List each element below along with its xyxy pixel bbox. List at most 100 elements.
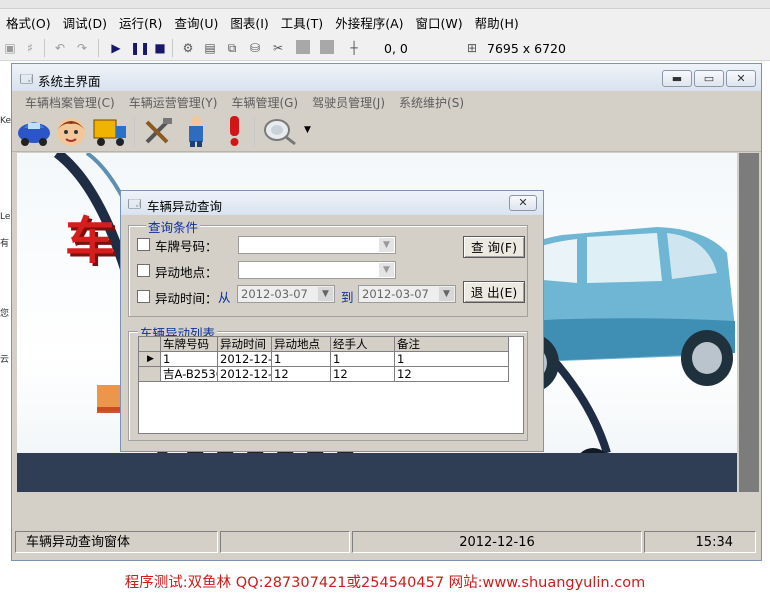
time-checkbox[interactable] — [137, 290, 150, 303]
toolbox-icon[interactable]: ✂ — [270, 40, 286, 56]
query-button[interactable]: 查 询(F) — [463, 236, 525, 258]
menu-vehicle-records[interactable]: 车辆档案管理(C) — [18, 94, 122, 111]
menu-driver-management[interactable]: 驾驶员管理(J) — [305, 94, 392, 111]
position-readout: 0, 0 — [384, 41, 408, 56]
alert-icon[interactable] — [224, 114, 246, 148]
grid-corner-cell — [139, 337, 161, 352]
car-icon[interactable] — [16, 114, 52, 148]
mechanic-icon[interactable] — [180, 114, 212, 148]
form-layout-icon[interactable]: ⧉ — [224, 40, 240, 56]
maximize-button[interactable]: ▭ — [694, 70, 724, 87]
ide-title-strip — [0, 0, 770, 9]
table-cell[interactable]: 吉A-B2536 — [161, 367, 218, 382]
column-header[interactable]: 备注 — [395, 337, 509, 352]
paste-icon[interactable]: ▣ — [2, 40, 18, 56]
left-edge-fragment: 您 — [0, 309, 10, 319]
redo-icon[interactable]: ↷ — [74, 40, 90, 56]
chevron-down-icon[interactable]: ▼ — [439, 287, 454, 301]
main-menu-bar: 车辆档案管理(C) 车辆运营管理(Y) 车辆管理(G) 驾驶员管理(J) 系统维… — [12, 91, 761, 111]
table-cell[interactable]: 2012-12-0 — [218, 352, 272, 367]
data-view-icon[interactable] — [296, 40, 310, 54]
scene-border — [739, 153, 759, 492]
chevron-down-icon[interactable]: ▼ — [304, 125, 311, 135]
column-header[interactable]: 经手人 — [331, 337, 395, 352]
table-cell[interactable]: 1 — [395, 352, 509, 367]
menu-system-maintenance[interactable]: 系统维护(S) — [392, 94, 471, 111]
dialog-title-bar[interactable]: 🗔 车辆异动查询 ✕ — [121, 191, 543, 215]
table-cell[interactable]: 12 — [272, 367, 331, 382]
table-cell[interactable]: 2012-12-0 — [218, 367, 272, 382]
search-magnifier-icon[interactable] — [262, 115, 298, 147]
banner-character: 车 — [65, 211, 115, 270]
object-browser-icon[interactable]: ⛁ — [247, 40, 263, 56]
ide-menu-tools[interactable]: 工具(T) — [275, 13, 329, 32]
location-combo[interactable]: ▼ — [238, 261, 396, 279]
vehicle-change-query-dialog: 🗔 车辆异动查询 ✕ 查询条件 车牌号码： ▼ 异动地点： ▼ 异动时间： 从 … — [120, 190, 544, 452]
table-cell[interactable]: 1 — [331, 352, 395, 367]
chevron-down-icon[interactable]: ▼ — [318, 287, 333, 301]
ide-menu-query[interactable]: 查询(U) — [168, 13, 224, 32]
minimize-button[interactable]: ▬ — [662, 70, 692, 87]
truck-icon[interactable] — [92, 114, 128, 148]
undo-icon[interactable]: ↶ — [52, 40, 68, 56]
start-icon[interactable]: ▶ — [108, 40, 124, 56]
ide-menu-window[interactable]: 窗口(W) — [410, 13, 469, 32]
ide-menu-diagram[interactable]: 图表(I) — [224, 13, 274, 32]
ide-menu-debug[interactable]: 调试(D) — [57, 13, 113, 32]
main-window-title: 系统主界面 — [38, 74, 101, 89]
query-conditions-caption: 查询条件 — [146, 217, 201, 236]
ide-toolbar: ▣ ♯ ↶ ↷ ▶ ❚❚ ■ ⚙ ▤ ⧉ ⛁ ✂ ┼ 0, 0 ⊞ 7695 x… — [0, 36, 770, 61]
menu-vehicle-management[interactable]: 车辆管理(G) — [224, 94, 305, 111]
date-to-picker[interactable]: 2012-03-07 ▼ — [358, 285, 456, 303]
column-header[interactable]: 车牌号码 — [161, 337, 218, 352]
menu-vehicle-operations[interactable]: 车辆运营管理(Y) — [122, 94, 225, 111]
ide-menu-run[interactable]: 运行(R) — [113, 13, 168, 32]
tools-icon[interactable] — [142, 115, 174, 147]
ide-menu-format[interactable]: 格式(O) — [0, 13, 57, 32]
from-label: 从 — [218, 290, 231, 305]
row-selector[interactable] — [139, 367, 161, 382]
left-edge-fragment: 云 — [0, 355, 10, 365]
table-cell[interactable]: 12 — [331, 367, 395, 382]
table-cell[interactable]: 1 — [272, 352, 331, 367]
left-edge-fragment: Le — [0, 212, 11, 222]
size-icon: ⊞ — [466, 41, 478, 55]
pause-icon[interactable]: ❚❚ — [130, 40, 150, 56]
main-title-bar[interactable]: 🗔 系统主界面 ▬ ▭ ✕ — [12, 64, 761, 91]
date-from-picker[interactable]: 2012-03-07 ▼ — [237, 285, 335, 303]
column-header[interactable]: 异动时间 — [218, 337, 272, 352]
date-from-value: 2012-03-07 — [241, 287, 308, 301]
stop-icon[interactable]: ■ — [152, 40, 168, 56]
location-checkbox[interactable] — [137, 264, 150, 277]
exit-button[interactable]: 退 出(E) — [463, 281, 525, 303]
driver-avatar-icon[interactable] — [54, 114, 88, 148]
plate-label: 车牌号码： — [155, 239, 218, 254]
ide-menu-help[interactable]: 帮助(H) — [469, 13, 525, 32]
chevron-down-icon[interactable]: ▼ — [379, 263, 394, 277]
project-explorer-icon[interactable]: ⚙ — [180, 40, 196, 56]
footer-credit: 程序测试:双鱼林 QQ:287307421或254540457 网站:www.s… — [124, 575, 646, 591]
component-manager-icon[interactable] — [320, 40, 334, 54]
dialog-close-button[interactable]: ✕ — [509, 195, 537, 211]
chevron-down-icon[interactable]: ▼ — [379, 238, 394, 252]
location-label: 异动地点： — [155, 265, 218, 280]
column-header[interactable]: 异动地点 — [272, 337, 331, 352]
plate-checkbox[interactable] — [137, 238, 150, 251]
table-cell[interactable]: 1 — [161, 352, 218, 367]
current-row-pointer-icon[interactable]: ▶ — [139, 352, 161, 367]
status-bar: 车辆异动查询窗体 2012-12-16 15:34 — [12, 528, 761, 558]
ide-menu-addins[interactable]: 外接程序(A) — [329, 13, 409, 32]
size-readout: 7695 x 6720 — [487, 41, 566, 56]
close-button[interactable]: ✕ — [726, 70, 756, 87]
status-panel-empty — [220, 531, 350, 553]
main-toolbar: ▼ — [12, 111, 761, 152]
position-icon: ┼ — [350, 41, 358, 55]
plate-combo[interactable]: ▼ — [238, 236, 396, 254]
date-to-value: 2012-03-07 — [362, 287, 429, 301]
status-time: 15:34 — [644, 531, 756, 553]
change-list-grid[interactable]: 车牌号码 异动时间 异动地点 经手人 备注 ▶ 1 2012-12-0 1 1 … — [138, 336, 524, 434]
table-cell[interactable]: 12 — [395, 367, 509, 382]
properties-icon[interactable]: ▤ — [202, 40, 218, 56]
find-icon[interactable]: ♯ — [22, 40, 38, 56]
dialog-title: 车辆异动查询 — [147, 199, 223, 214]
